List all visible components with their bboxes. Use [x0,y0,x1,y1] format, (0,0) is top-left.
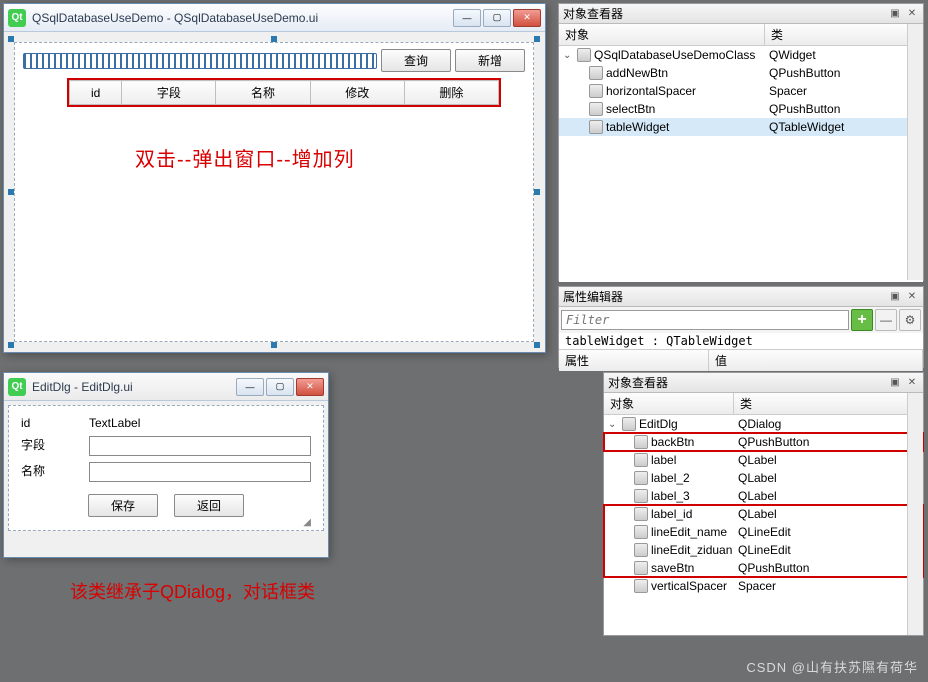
save-button[interactable]: 保存 [88,494,158,517]
main-title: QSqlDatabaseUseDemo - QSqlDatabaseUseDem… [32,11,453,25]
annotation-text: 双击--弹出窗口--增加列 [135,143,355,172]
edit-title: EditDlg - EditDlg.ui [32,380,236,394]
tree-body[interactable]: ⌄QSqlDatabaseUseDemoClass QWidget addNew… [559,46,923,282]
label-id: id [21,416,81,430]
tree-row-highlighted[interactable]: backBtn QPushButton [604,433,923,451]
widget-icon [577,48,591,62]
add-property-button[interactable]: + [851,309,873,331]
dialog-canvas[interactable]: id TextLabel 字段 名称 保存 返回 ◢ [8,405,324,531]
object-inspector-2: 对象查看器 ▣ ✕ 对象 类 ⌄EditDlg QDialog backBtn … [603,372,924,636]
close-panel-icon[interactable]: ✕ [905,290,919,304]
form-canvas[interactable]: 查询 新增 id 字段 名称 修改 删除 双击--弹出窗口 [14,42,534,342]
widget-icon [589,66,603,80]
property-crumb: tableWidget : QTableWidget [559,333,923,350]
panel-header[interactable]: 对象查看器 ▣ ✕ [559,4,923,24]
col-class[interactable]: 类 [765,24,923,45]
watermark: CSDN @山有扶苏隰有荷华 [746,657,918,676]
widget-icon [634,525,648,539]
widget-icon [634,579,648,593]
panel-title: 对象查看器 [608,374,668,391]
widget-icon [634,453,648,467]
qt-icon: Qt [8,9,26,27]
undock-icon[interactable]: ▣ [888,376,902,390]
close-panel-icon[interactable]: ✕ [905,7,919,21]
edit-titlebar[interactable]: Qt EditDlg - EditDlg.ui — ▢ ✕ [4,373,328,401]
tree-row[interactable]: label_3 QLabel [604,487,923,505]
main-titlebar[interactable]: Qt QSqlDatabaseUseDemo - QSqlDatabaseUse… [4,4,545,32]
main-designer-window: Qt QSqlDatabaseUseDemo - QSqlDatabaseUse… [3,3,546,353]
tree-row-highlighted[interactable]: lineEdit_name QLineEdit [604,523,923,541]
label-name: 名称 [21,462,81,482]
col-prop[interactable]: 属性 [559,350,709,371]
settings-icon[interactable]: ⚙ [899,309,921,331]
label-field: 字段 [21,436,81,456]
col-object[interactable]: 对象 [604,393,734,414]
tree-row-highlighted[interactable]: lineEdit_ziduan QLineEdit [604,541,923,559]
widget-icon [622,417,636,431]
widget-icon [589,84,603,98]
panel-title: 属性编辑器 [563,288,623,305]
widget-icon [634,489,648,503]
expand-icon[interactable]: ⌄ [608,419,619,430]
close-panel-icon[interactable]: ✕ [905,376,919,390]
tree-row[interactable]: label QLabel [604,451,923,469]
tree-header: 对象 类 [604,393,923,415]
expand-icon[interactable]: ⌄ [563,50,574,61]
property-editor: 属性编辑器 ▣ ✕ + — ⚙ tableWidget : QTableWidg… [558,286,924,368]
maximize-button[interactable]: ▢ [483,9,511,27]
minimize-button[interactable]: — [453,9,481,27]
filter-input[interactable] [561,310,849,330]
tree-row[interactable]: selectBtn QPushButton [559,100,923,118]
annotation-text-2: 该类继承子QDialog，对话框类 [70,578,315,604]
tree-row-highlighted[interactable]: label_id QLabel [604,505,923,523]
maximize-button[interactable]: ▢ [266,378,294,396]
widget-icon [589,120,603,134]
panel-header[interactable]: 属性编辑器 ▣ ✕ [559,287,923,307]
tree-row-selected[interactable]: tableWidget QTableWidget [559,118,923,136]
undock-icon[interactable]: ▣ [888,7,902,21]
lineedit-name[interactable] [89,462,311,482]
lineedit-ziduan[interactable] [89,436,311,456]
back-button[interactable]: 返回 [174,494,244,517]
prop-columns: 属性 值 [559,350,923,371]
tree-row[interactable]: verticalSpacer Spacer [604,577,923,595]
scrollbar[interactable] [907,393,923,635]
size-grip-icon[interactable]: ◢ [15,517,317,528]
panel-header[interactable]: 对象查看器 ▣ ✕ [604,373,923,393]
close-button[interactable]: ✕ [513,9,541,27]
label-id-value: TextLabel [89,416,311,430]
widget-icon [634,561,648,575]
widget-icon [634,435,648,449]
edit-dialog-window: Qt EditDlg - EditDlg.ui — ▢ ✕ id TextLab… [3,372,329,558]
qt-icon: Qt [8,378,26,396]
tree-row-root[interactable]: ⌄EditDlg QDialog [604,415,923,433]
panel-title: 对象查看器 [563,5,623,22]
widget-icon [634,543,648,557]
widget-icon [589,102,603,116]
tree-row[interactable]: label_2 QLabel [604,469,923,487]
tree-row[interactable]: addNewBtn QPushButton [559,64,923,82]
minimize-button[interactable]: — [236,378,264,396]
col-value[interactable]: 值 [709,350,923,371]
tree-row-highlighted[interactable]: saveBtn QPushButton [604,559,923,577]
tree-body[interactable]: ⌄EditDlg QDialog backBtn QPushButton lab… [604,415,923,635]
col-object[interactable]: 对象 [559,24,765,45]
tree-header: 对象 类 [559,24,923,46]
tree-row-root[interactable]: ⌄QSqlDatabaseUseDemoClass QWidget [559,46,923,64]
main-body: 查询 新增 id 字段 名称 修改 删除 双击--弹出窗口 [4,32,545,352]
tree-row[interactable]: horizontalSpacer Spacer [559,82,923,100]
widget-icon [634,471,648,485]
remove-property-button[interactable]: — [875,309,897,331]
scrollbar[interactable] [907,24,923,280]
undock-icon[interactable]: ▣ [888,290,902,304]
object-inspector-1: 对象查看器 ▣ ✕ 对象 类 ⌄QSqlDatabaseUseDemoClass… [558,3,924,281]
widget-icon [634,507,648,521]
col-class[interactable]: 类 [734,393,923,414]
close-button[interactable]: ✕ [296,378,324,396]
